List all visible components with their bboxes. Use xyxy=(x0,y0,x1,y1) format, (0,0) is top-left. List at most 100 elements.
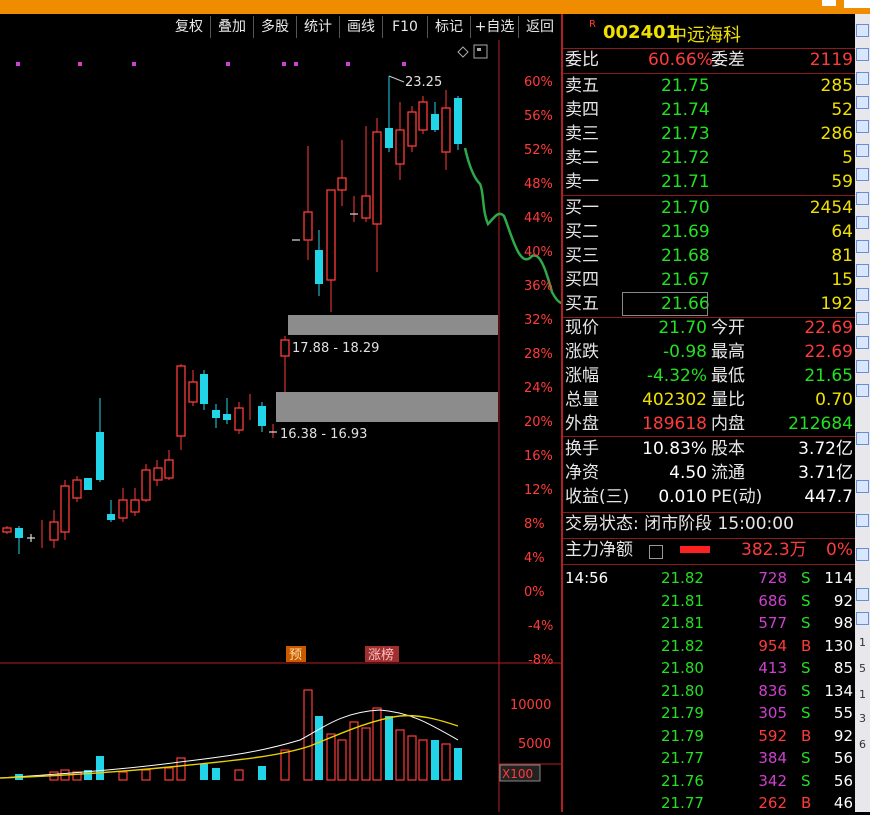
chart-tool-icon[interactable] xyxy=(856,336,869,349)
chart-tool-icon[interactable] xyxy=(856,168,869,181)
quote-value: 3.72亿 xyxy=(798,439,853,459)
bid-volume: 192 xyxy=(820,294,853,314)
multi-stock-button[interactable]: 多股 xyxy=(254,16,297,38)
selected-bid-box[interactable] xyxy=(622,292,708,316)
chart-tool-icon[interactable] xyxy=(856,240,869,253)
chart-tool-icon[interactable] xyxy=(856,24,869,37)
ask-row[interactable]: 卖三 21.73 286 xyxy=(563,123,855,146)
tick-volume: 686 xyxy=(758,591,787,610)
quote-label: 净资 xyxy=(565,463,599,483)
chart-tool-icon[interactable] xyxy=(856,288,869,301)
chart-tool-icon[interactable] xyxy=(856,432,869,445)
chart-tool-icon[interactable] xyxy=(856,264,869,277)
chart-tool-icon[interactable] xyxy=(856,612,869,625)
bid-volume: 2454 xyxy=(809,198,853,218)
f10-button[interactable]: F10 xyxy=(383,16,428,38)
tick-side: S xyxy=(801,749,811,767)
chart-tool-icon[interactable] xyxy=(856,120,869,133)
quote-label: 总量 xyxy=(565,390,599,410)
mark-button[interactable]: 标记 xyxy=(428,16,471,38)
volume-unit: X100 xyxy=(502,767,533,781)
chart-tool-icon[interactable] xyxy=(856,548,869,561)
statistics-button[interactable]: 统计 xyxy=(297,16,340,38)
quote-label: PE(动) xyxy=(711,487,763,507)
overlay-button[interactable]: 叠加 xyxy=(211,16,254,38)
close-button[interactable] xyxy=(844,0,870,8)
volume-bars xyxy=(0,689,462,781)
r-badge: R xyxy=(589,19,596,30)
kline-chart[interactable]: 17.88 - 18.29 16.38 - 16.93 23.25 60%56%… xyxy=(0,40,561,812)
tick-side: S xyxy=(801,704,811,722)
ask-row[interactable]: 卖五 21.75 285 xyxy=(563,75,855,98)
tick-row: 21.81 577 S 98 xyxy=(563,612,855,635)
stock-code: 002401 xyxy=(603,22,679,43)
add-watchlist-button[interactable]: +自选 xyxy=(471,16,519,38)
tick-count: 56 xyxy=(833,749,853,767)
fuquan-button[interactable]: 复权 xyxy=(168,16,211,38)
ask-row[interactable]: 卖四 21.74 52 xyxy=(563,99,855,122)
chart-tool-icon[interactable] xyxy=(856,96,869,109)
sidebar-number: 1 xyxy=(859,636,866,649)
tick-row: 21.81 686 S 92 xyxy=(563,590,855,613)
chart-tool-icon[interactable] xyxy=(856,72,869,85)
bid-row[interactable]: 买五 21.66 192 xyxy=(563,293,855,316)
chart-tool-icon[interactable] xyxy=(856,144,869,157)
tick-side: S xyxy=(801,614,811,632)
axis-tick-label: 0% xyxy=(524,585,545,600)
ask-row[interactable]: 卖二 21.72 5 xyxy=(563,147,855,170)
quote-row: 涨跌 -0.98 最高 22.69 xyxy=(563,341,855,364)
bid-label: 买二 xyxy=(565,222,599,242)
quote-value: 402302 xyxy=(642,390,707,410)
diamond-icon[interactable] xyxy=(457,46,469,58)
axis-tick-label: 12% xyxy=(524,483,553,498)
quote-value: -4.32% xyxy=(646,366,707,386)
quote-value: 22.69 xyxy=(804,342,853,362)
tick-count: 92 xyxy=(833,726,853,745)
bid-price: 21.68 xyxy=(661,246,710,266)
bid-volume: 15 xyxy=(831,270,853,290)
bid-row[interactable]: 买四 21.67 15 xyxy=(563,269,855,292)
tick-row: 21.77 384 S 56 xyxy=(563,747,855,770)
tick-count: 56 xyxy=(833,771,853,790)
quote-label: 现价 xyxy=(565,318,599,338)
ask-volume: 52 xyxy=(831,100,853,120)
axis-tick-label: 8% xyxy=(524,517,545,532)
high-label: 23.25 xyxy=(405,75,442,90)
bid-row[interactable]: 买一 21.70 2454 xyxy=(563,197,855,220)
zone-upper-label: 17.88 - 18.29 xyxy=(292,341,379,356)
axis-tick-label: 44% xyxy=(524,211,553,226)
tick-side: S xyxy=(801,659,811,677)
chart-tool-icon[interactable] xyxy=(856,192,869,205)
chart-tool-icon[interactable] xyxy=(856,360,869,373)
tick-volume: 342 xyxy=(758,771,787,790)
axis-tick-label: 48% xyxy=(524,177,553,192)
axis-tick-label: 56% xyxy=(524,109,553,124)
back-button[interactable]: 返回 xyxy=(519,16,561,38)
chart-tool-icon[interactable] xyxy=(856,588,869,601)
tick-volume: 305 xyxy=(758,704,787,722)
svg-text:10000: 10000 xyxy=(510,698,551,713)
chart-tool-icon[interactable] xyxy=(856,384,869,397)
window-icon[interactable] xyxy=(473,44,488,59)
draw-line-button[interactable]: 画线 xyxy=(340,16,383,38)
sidebar-number: 1 xyxy=(859,688,866,701)
bid-row[interactable]: 买二 21.69 64 xyxy=(563,221,855,244)
chart-tool-icon[interactable] xyxy=(856,48,869,61)
tick-count: 55 xyxy=(833,704,853,722)
quote-value: 22.69 xyxy=(804,318,853,338)
ask-row[interactable]: 卖一 21.71 59 xyxy=(563,171,855,194)
bid-row[interactable]: 买三 21.68 81 xyxy=(563,245,855,268)
tick-row: 21.79 592 B 92 xyxy=(563,725,855,748)
main-net-row: 主力净额 382.3万 0% xyxy=(565,540,853,560)
chart-tool-icon[interactable] xyxy=(856,312,869,325)
chart-tool-icon[interactable] xyxy=(856,514,869,527)
bid-label: 买五 xyxy=(565,294,599,314)
list-icon[interactable] xyxy=(649,545,663,559)
chart-tool-icon[interactable] xyxy=(856,480,869,493)
chart-tool-icon[interactable] xyxy=(856,216,869,229)
ask-label: 卖一 xyxy=(565,172,599,192)
ask-price: 21.75 xyxy=(661,76,710,96)
signal-dots xyxy=(16,62,406,66)
bid-price: 21.70 xyxy=(661,198,710,218)
window-control[interactable] xyxy=(822,0,836,6)
